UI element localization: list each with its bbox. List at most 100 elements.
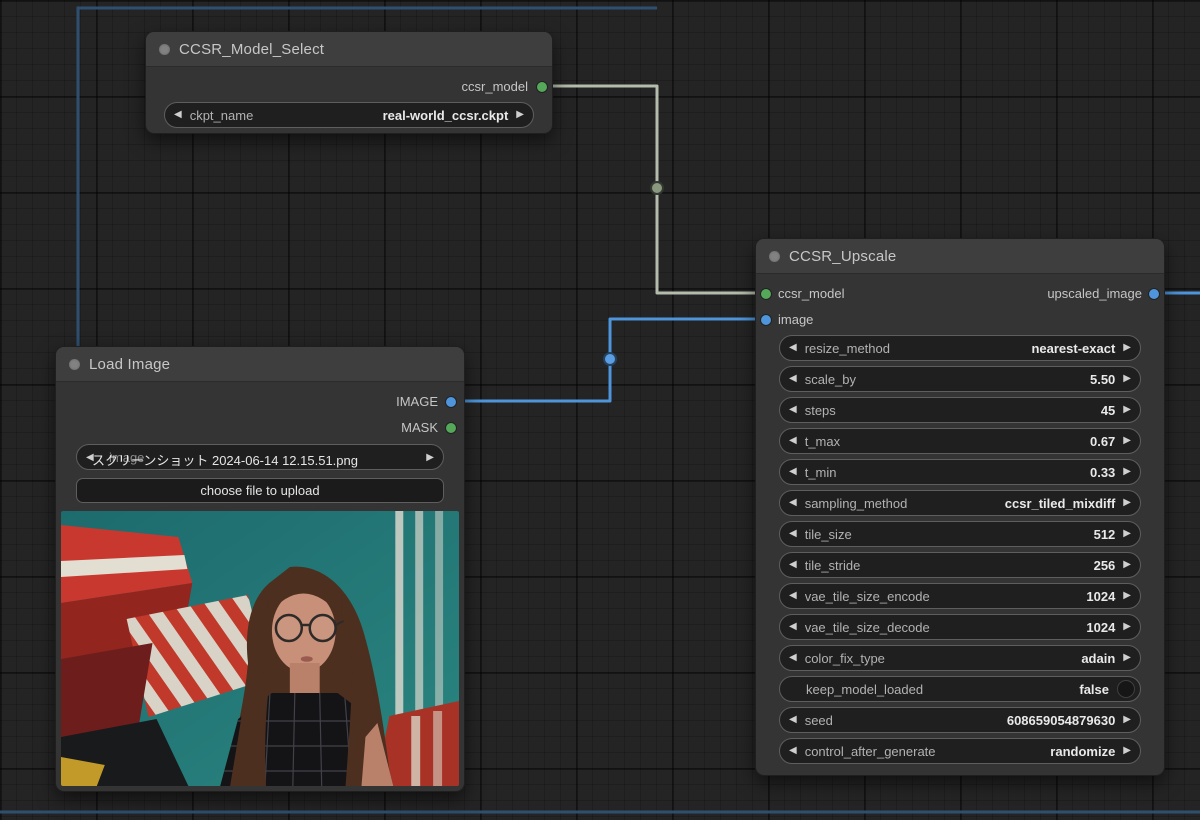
output-label-upscaled-image: upscaled_image bbox=[1047, 286, 1142, 301]
choose-file-button[interactable]: choose file to upload bbox=[76, 478, 444, 503]
arrow-right-icon[interactable]: ▶ bbox=[516, 110, 524, 120]
output-slot-mask[interactable] bbox=[446, 423, 456, 433]
arrow-right-icon[interactable]: ▶ bbox=[1123, 529, 1131, 539]
collapse-dot-icon[interactable] bbox=[159, 43, 170, 55]
widget-control-after-generate[interactable]: ◀ control_after_generate randomize ▶ bbox=[779, 738, 1141, 764]
widget-value: adain bbox=[1081, 650, 1116, 666]
preview-photo bbox=[61, 511, 459, 786]
widget-resize-method[interactable]: ◀ resize_method nearest-exact ▶ bbox=[779, 335, 1141, 361]
arrow-left-icon[interactable]: ◀ bbox=[789, 622, 797, 632]
widget-t-min[interactable]: ◀ t_min 0.33 ▶ bbox=[779, 459, 1141, 485]
arrow-right-icon[interactable]: ▶ bbox=[1123, 560, 1131, 570]
widget-tile-size[interactable]: ◀ tile_size 512 ▶ bbox=[779, 521, 1141, 547]
widget-label: seed bbox=[804, 712, 833, 728]
arrow-left-icon[interactable]: ◀ bbox=[789, 498, 797, 508]
arrow-right-icon[interactable]: ▶ bbox=[1123, 405, 1131, 415]
widget-sampling-method[interactable]: ◀ sampling_method ccsr_tiled_mixdiff ▶ bbox=[779, 490, 1141, 516]
widget-value: nearest-exact bbox=[1031, 340, 1116, 356]
widget-label: sampling_method bbox=[804, 495, 908, 511]
input-slot-image[interactable] bbox=[761, 315, 771, 325]
input-slot-ccsr-model[interactable] bbox=[761, 289, 771, 299]
arrow-left-icon[interactable]: ◀ bbox=[789, 343, 797, 353]
toggle-knob-icon[interactable] bbox=[1117, 680, 1135, 698]
node-title-bar[interactable]: Load Image bbox=[56, 347, 464, 382]
widget-value: スクリーンショット 2024-06-14 12.15.51.png bbox=[92, 453, 358, 468]
widget-value: 0.33 bbox=[1089, 464, 1116, 480]
widget-label: t_min bbox=[804, 464, 837, 480]
graph-canvas[interactable]: CCSR_Model_Select ccsr_model ◀ ckpt_name… bbox=[0, 0, 1200, 820]
arrow-left-icon[interactable]: ◀ bbox=[789, 529, 797, 539]
image-preview bbox=[61, 511, 459, 786]
node-title: CCSR_Upscale bbox=[789, 247, 897, 265]
output-slot-ccsr-model[interactable] bbox=[537, 82, 547, 92]
arrow-right-icon[interactable]: ▶ bbox=[1123, 591, 1131, 601]
widget-label: control_after_generate bbox=[804, 743, 936, 759]
arrow-left-icon[interactable]: ◀ bbox=[174, 110, 182, 120]
widget-label: ckpt_name bbox=[189, 107, 254, 123]
widget-value: ccsr_tiled_mixdiff bbox=[1004, 495, 1116, 511]
output-label-ccsr-model: ccsr_model bbox=[461, 79, 528, 94]
arrow-left-icon[interactable]: ◀ bbox=[789, 653, 797, 663]
widget-label: resize_method bbox=[804, 340, 890, 356]
arrow-right-icon[interactable]: ▶ bbox=[1123, 498, 1131, 508]
widget-color-fix-type[interactable]: ◀ color_fix_type adain ▶ bbox=[779, 645, 1141, 671]
node-load-image[interactable]: Load Image IMAGE MASK ◀ image スクリーンショット … bbox=[55, 346, 465, 792]
arrow-right-icon[interactable]: ▶ bbox=[1123, 467, 1131, 477]
collapse-dot-icon[interactable] bbox=[769, 250, 780, 262]
arrow-right-icon[interactable]: ▶ bbox=[1123, 715, 1131, 725]
output-slot-upscaled-image[interactable] bbox=[1149, 289, 1159, 299]
collapse-dot-icon[interactable] bbox=[69, 358, 80, 370]
arrow-right-icon[interactable]: ▶ bbox=[1123, 374, 1131, 384]
widget-label: scale_by bbox=[804, 371, 857, 387]
arrow-right-icon[interactable]: ▶ bbox=[1123, 436, 1131, 446]
widget-tile-stride[interactable]: ◀ tile_stride 256 ▶ bbox=[779, 552, 1141, 578]
arrow-left-icon[interactable]: ◀ bbox=[789, 436, 797, 446]
input-label-ccsr-model: ccsr_model bbox=[778, 286, 845, 301]
widget-ckpt-name[interactable]: ◀ ckpt_name real-world_ccsr.ckpt ▶ bbox=[164, 102, 534, 128]
widget-stack: ◀ resize_method nearest-exact ▶ ◀ scale_… bbox=[779, 335, 1141, 764]
arrow-left-icon[interactable]: ◀ bbox=[789, 746, 797, 756]
output-label-mask: MASK bbox=[401, 420, 438, 435]
widget-value: real-world_ccsr.ckpt bbox=[382, 107, 509, 123]
widget-label: vae_tile_size_decode bbox=[804, 619, 930, 635]
arrow-right-icon[interactable]: ▶ bbox=[426, 453, 434, 463]
output-label-image: IMAGE bbox=[396, 394, 438, 409]
widget-steps[interactable]: ◀ steps 45 ▶ bbox=[779, 397, 1141, 423]
input-label-image: image bbox=[778, 312, 814, 327]
node-title: Load Image bbox=[89, 355, 171, 373]
widget-vae-tile-size-encode[interactable]: ◀ vae_tile_size_encode 1024 ▶ bbox=[779, 583, 1141, 609]
widget-value: false bbox=[1079, 681, 1109, 697]
node-title: CCSR_Model_Select bbox=[179, 40, 325, 58]
widget-vae-tile-size-decode[interactable]: ◀ vae_tile_size_decode 1024 ▶ bbox=[779, 614, 1141, 640]
arrow-left-icon[interactable]: ◀ bbox=[789, 591, 797, 601]
reroute-dot-model-link[interactable] bbox=[650, 181, 664, 195]
widget-image-filename[interactable]: ◀ image スクリーンショット 2024-06-14 12.15.51.pn… bbox=[76, 444, 444, 470]
widget-t-max[interactable]: ◀ t_max 0.67 ▶ bbox=[779, 428, 1141, 454]
widget-label: steps bbox=[804, 402, 836, 418]
node-ccsr-upscale[interactable]: CCSR_Upscale ccsr_model upscaled_image i… bbox=[755, 238, 1165, 776]
widget-label: tile_size bbox=[804, 526, 852, 542]
node-title-bar[interactable]: CCSR_Model_Select bbox=[146, 32, 552, 67]
arrow-left-icon[interactable]: ◀ bbox=[789, 405, 797, 415]
widget-value: 1024 bbox=[1086, 588, 1116, 604]
widget-keep-model-loaded[interactable]: keep_model_loaded false bbox=[779, 676, 1141, 702]
widget-scale-by[interactable]: ◀ scale_by 5.50 ▶ bbox=[779, 366, 1141, 392]
arrow-left-icon[interactable]: ◀ bbox=[789, 715, 797, 725]
node-ccsr-model-select[interactable]: CCSR_Model_Select ccsr_model ◀ ckpt_name… bbox=[145, 31, 553, 134]
output-slot-image[interactable] bbox=[446, 397, 456, 407]
arrow-left-icon[interactable]: ◀ bbox=[789, 467, 797, 477]
arrow-right-icon[interactable]: ▶ bbox=[1123, 343, 1131, 353]
widget-seed[interactable]: ◀ seed 608659054879630 ▶ bbox=[779, 707, 1141, 733]
reroute-dot-image-link[interactable] bbox=[603, 352, 617, 366]
widget-label: vae_tile_size_encode bbox=[804, 588, 930, 604]
arrow-right-icon[interactable]: ▶ bbox=[1123, 746, 1131, 756]
widget-value: 608659054879630 bbox=[1006, 712, 1116, 728]
node-title-bar[interactable]: CCSR_Upscale bbox=[756, 239, 1164, 274]
arrow-right-icon[interactable]: ▶ bbox=[1123, 653, 1131, 663]
widget-value: 45 bbox=[1100, 402, 1116, 418]
widget-label: color_fix_type bbox=[804, 650, 885, 666]
widget-value: 256 bbox=[1093, 557, 1116, 573]
arrow-right-icon[interactable]: ▶ bbox=[1123, 622, 1131, 632]
arrow-left-icon[interactable]: ◀ bbox=[789, 374, 797, 384]
arrow-left-icon[interactable]: ◀ bbox=[789, 560, 797, 570]
